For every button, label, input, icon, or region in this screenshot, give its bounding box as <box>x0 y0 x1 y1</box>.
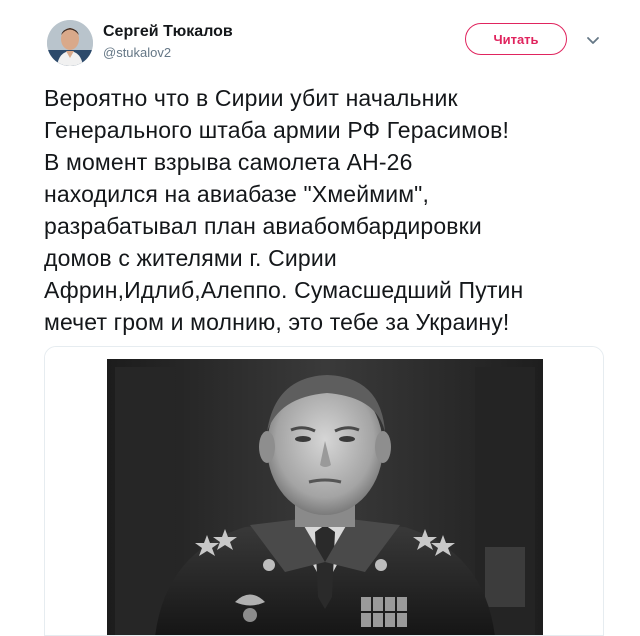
follow-button[interactable]: Читать <box>465 23 567 55</box>
avatar[interactable] <box>47 20 93 66</box>
chevron-down-icon[interactable] <box>585 34 601 46</box>
author-display-name[interactable]: Сергей Тюкалов <box>103 22 233 42</box>
tweet-photo[interactable] <box>44 346 604 636</box>
author-handle[interactable]: @stukalov2 <box>103 44 233 62</box>
tweet-card: Сергей Тюкалов @stukalov2 Читать Вероятн… <box>0 0 640 636</box>
tweet-text: Вероятно что в Сирии убит начальник Гене… <box>44 85 524 335</box>
author-info: Сергей Тюкалов @stukalov2 <box>103 22 233 62</box>
